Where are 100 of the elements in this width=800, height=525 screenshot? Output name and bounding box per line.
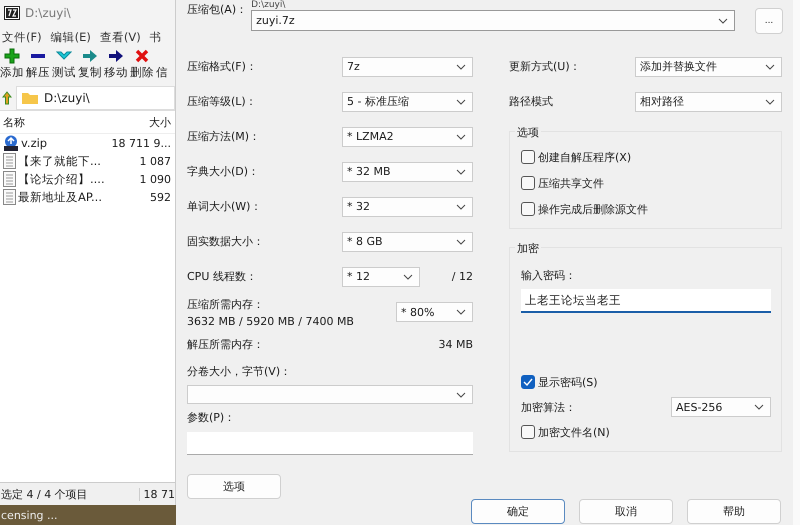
parameters-field[interactable] — [187, 432, 473, 455]
arrow-right-icon — [108, 48, 124, 64]
archive-path: D:\zuyi\ — [251, 0, 286, 10]
archive-icon — [3, 135, 19, 151]
file-size: 1 090 — [138, 172, 171, 186]
file-row[interactable]: 【论坛介绍】.... 1 090 — [0, 170, 175, 188]
dropdown[interactable]: 添加并替换文件 — [635, 56, 782, 76]
toolbar-button[interactable]: 删除 — [130, 48, 154, 86]
file-name: 【论坛介绍】.... — [18, 172, 105, 186]
dropdown[interactable]: AES-256 — [671, 397, 771, 417]
menu-item[interactable]: 书 — [150, 30, 162, 44]
field-label: 压缩等级(L)： — [187, 94, 257, 109]
field-label: 更新方式(U)： — [509, 59, 581, 74]
dropdown[interactable]: * 80% — [396, 302, 473, 322]
arrow-right-icon — [82, 48, 98, 64]
checkbox[interactable] — [521, 202, 535, 216]
file-row[interactable]: v.zip 18 711 9... — [0, 134, 175, 152]
chevron-down-icon — [456, 238, 466, 244]
field-label: 压缩方法(M)： — [187, 129, 260, 144]
menu-item[interactable]: 查看(V) — [100, 30, 141, 44]
browse-button[interactable]: ... — [755, 8, 783, 34]
field-label: 分卷大小，字节(V)： — [187, 364, 292, 379]
checkbox-label: 操作完成后删除源文件 — [538, 202, 648, 216]
dropdown[interactable]: 5 - 标准压缩 — [342, 92, 473, 112]
field-label: 路径模式 — [509, 94, 553, 109]
field-label: 字典大小(D)： — [187, 164, 260, 179]
file-size: 1 087 — [138, 154, 171, 168]
checkbox[interactable] — [521, 176, 535, 190]
chevron-down-icon — [456, 309, 466, 315]
file-name: 最新地址及AP... — [18, 190, 102, 204]
app-icon — [4, 6, 20, 20]
chevron-down-icon — [456, 168, 466, 174]
document-icon — [3, 153, 16, 169]
field-label: CPU 线程数： — [187, 269, 257, 284]
field-label: 解压所需内存： — [187, 336, 264, 352]
field-label: 单词大小(W)： — [187, 199, 262, 214]
menu-item[interactable]: 文件(F) — [2, 30, 42, 44]
folder-icon — [21, 91, 39, 105]
file-row[interactable]: 最新地址及AP... 592 — [0, 188, 175, 206]
column-header[interactable]: 大小 — [107, 114, 171, 130]
dropdown[interactable]: 相对路径 — [635, 92, 782, 112]
thread-max: / 12 — [452, 270, 473, 283]
menu-item[interactable]: 编辑(E) — [50, 30, 91, 44]
field-label: 输入密码： — [521, 268, 577, 283]
x-icon — [134, 48, 150, 64]
dialog-button[interactable]: 取消 — [579, 499, 673, 524]
plus-icon — [4, 48, 20, 64]
chevron-down-icon — [765, 98, 775, 104]
file-size: 592 — [149, 190, 171, 204]
document-icon — [3, 171, 16, 187]
password-field[interactable]: 上老王论坛当老王 — [521, 289, 771, 313]
chevron-down-icon — [456, 204, 466, 210]
field-label: 压缩包(A)： — [187, 2, 248, 18]
checkbox-label: 创建自解压程序(X) — [538, 150, 632, 164]
toolbar-button[interactable]: 测试 — [52, 48, 76, 86]
chevron-down-icon — [765, 64, 775, 70]
chevron-down-icon — [754, 404, 764, 410]
chevron-down-icon — [456, 64, 466, 70]
toolbar-button[interactable]: 解压 — [26, 48, 50, 86]
checkbox[interactable] — [521, 150, 535, 164]
dropdown[interactable]: * 12 — [342, 266, 420, 286]
checkbox-label: 压缩共享文件 — [538, 176, 604, 190]
window-title: D:\zuyi\ — [25, 6, 71, 20]
checkbox[interactable] — [521, 375, 535, 389]
chevron-down-icon — [718, 18, 728, 24]
dropdown[interactable]: * LZMA2 — [342, 126, 473, 146]
dialog-button[interactable]: 帮助 — [687, 499, 781, 524]
file-size: 18 711 9... — [110, 136, 171, 150]
file-row[interactable]: 【来了就能下... 1 087 — [0, 152, 175, 170]
desktop-caption: censing ... — [0, 508, 58, 522]
document-icon — [3, 189, 16, 205]
field-label: 参数(P)： — [187, 410, 236, 425]
dropdown[interactable]: 7z — [342, 56, 473, 76]
chevron-down-icon — [456, 98, 466, 104]
toolbar-button[interactable]: 添加 — [0, 48, 24, 86]
column-header[interactable]: 名称 — [0, 114, 107, 130]
status-size: 18 71 — [138, 488, 175, 500]
dropdown[interactable]: * 32 — [342, 196, 473, 216]
field-label: 加密算法： — [521, 400, 576, 414]
options-button[interactable]: 选项 — [187, 474, 281, 499]
status-text: 选定 4 / 4 个项目 — [0, 486, 89, 502]
group-title: 加密 — [515, 241, 541, 256]
address-field[interactable]: D:\zuyi\ — [16, 86, 175, 110]
toolbar-button[interactable]: 复制 — [78, 48, 102, 86]
file-name: 【来了就能下... — [18, 154, 101, 168]
checkbox[interactable] — [521, 425, 535, 439]
field-label: 压缩格式(F)： — [187, 59, 257, 74]
group-title: 选项 — [515, 125, 541, 140]
memory-usage: 3632 MB / 5920 MB / 7400 MB — [187, 314, 354, 328]
checkbox-label: 加密文件名(N) — [538, 424, 610, 440]
up-arrow-icon[interactable] — [2, 91, 12, 105]
toolbar-button[interactable]: 移动 — [104, 48, 128, 86]
memory-value: 34 MB — [438, 338, 473, 350]
dropdown[interactable]: * 32 MB — [342, 162, 473, 182]
dialog-button[interactable]: 确定 — [471, 499, 565, 524]
chevron-down-icon — [403, 274, 413, 280]
chevron-down-icon — [456, 134, 466, 140]
dropdown[interactable]: * 8 GB — [342, 232, 473, 252]
toolbar-button[interactable]: 信 — [156, 48, 168, 86]
archive-name-combo[interactable]: zuyi.7z — [251, 10, 735, 31]
